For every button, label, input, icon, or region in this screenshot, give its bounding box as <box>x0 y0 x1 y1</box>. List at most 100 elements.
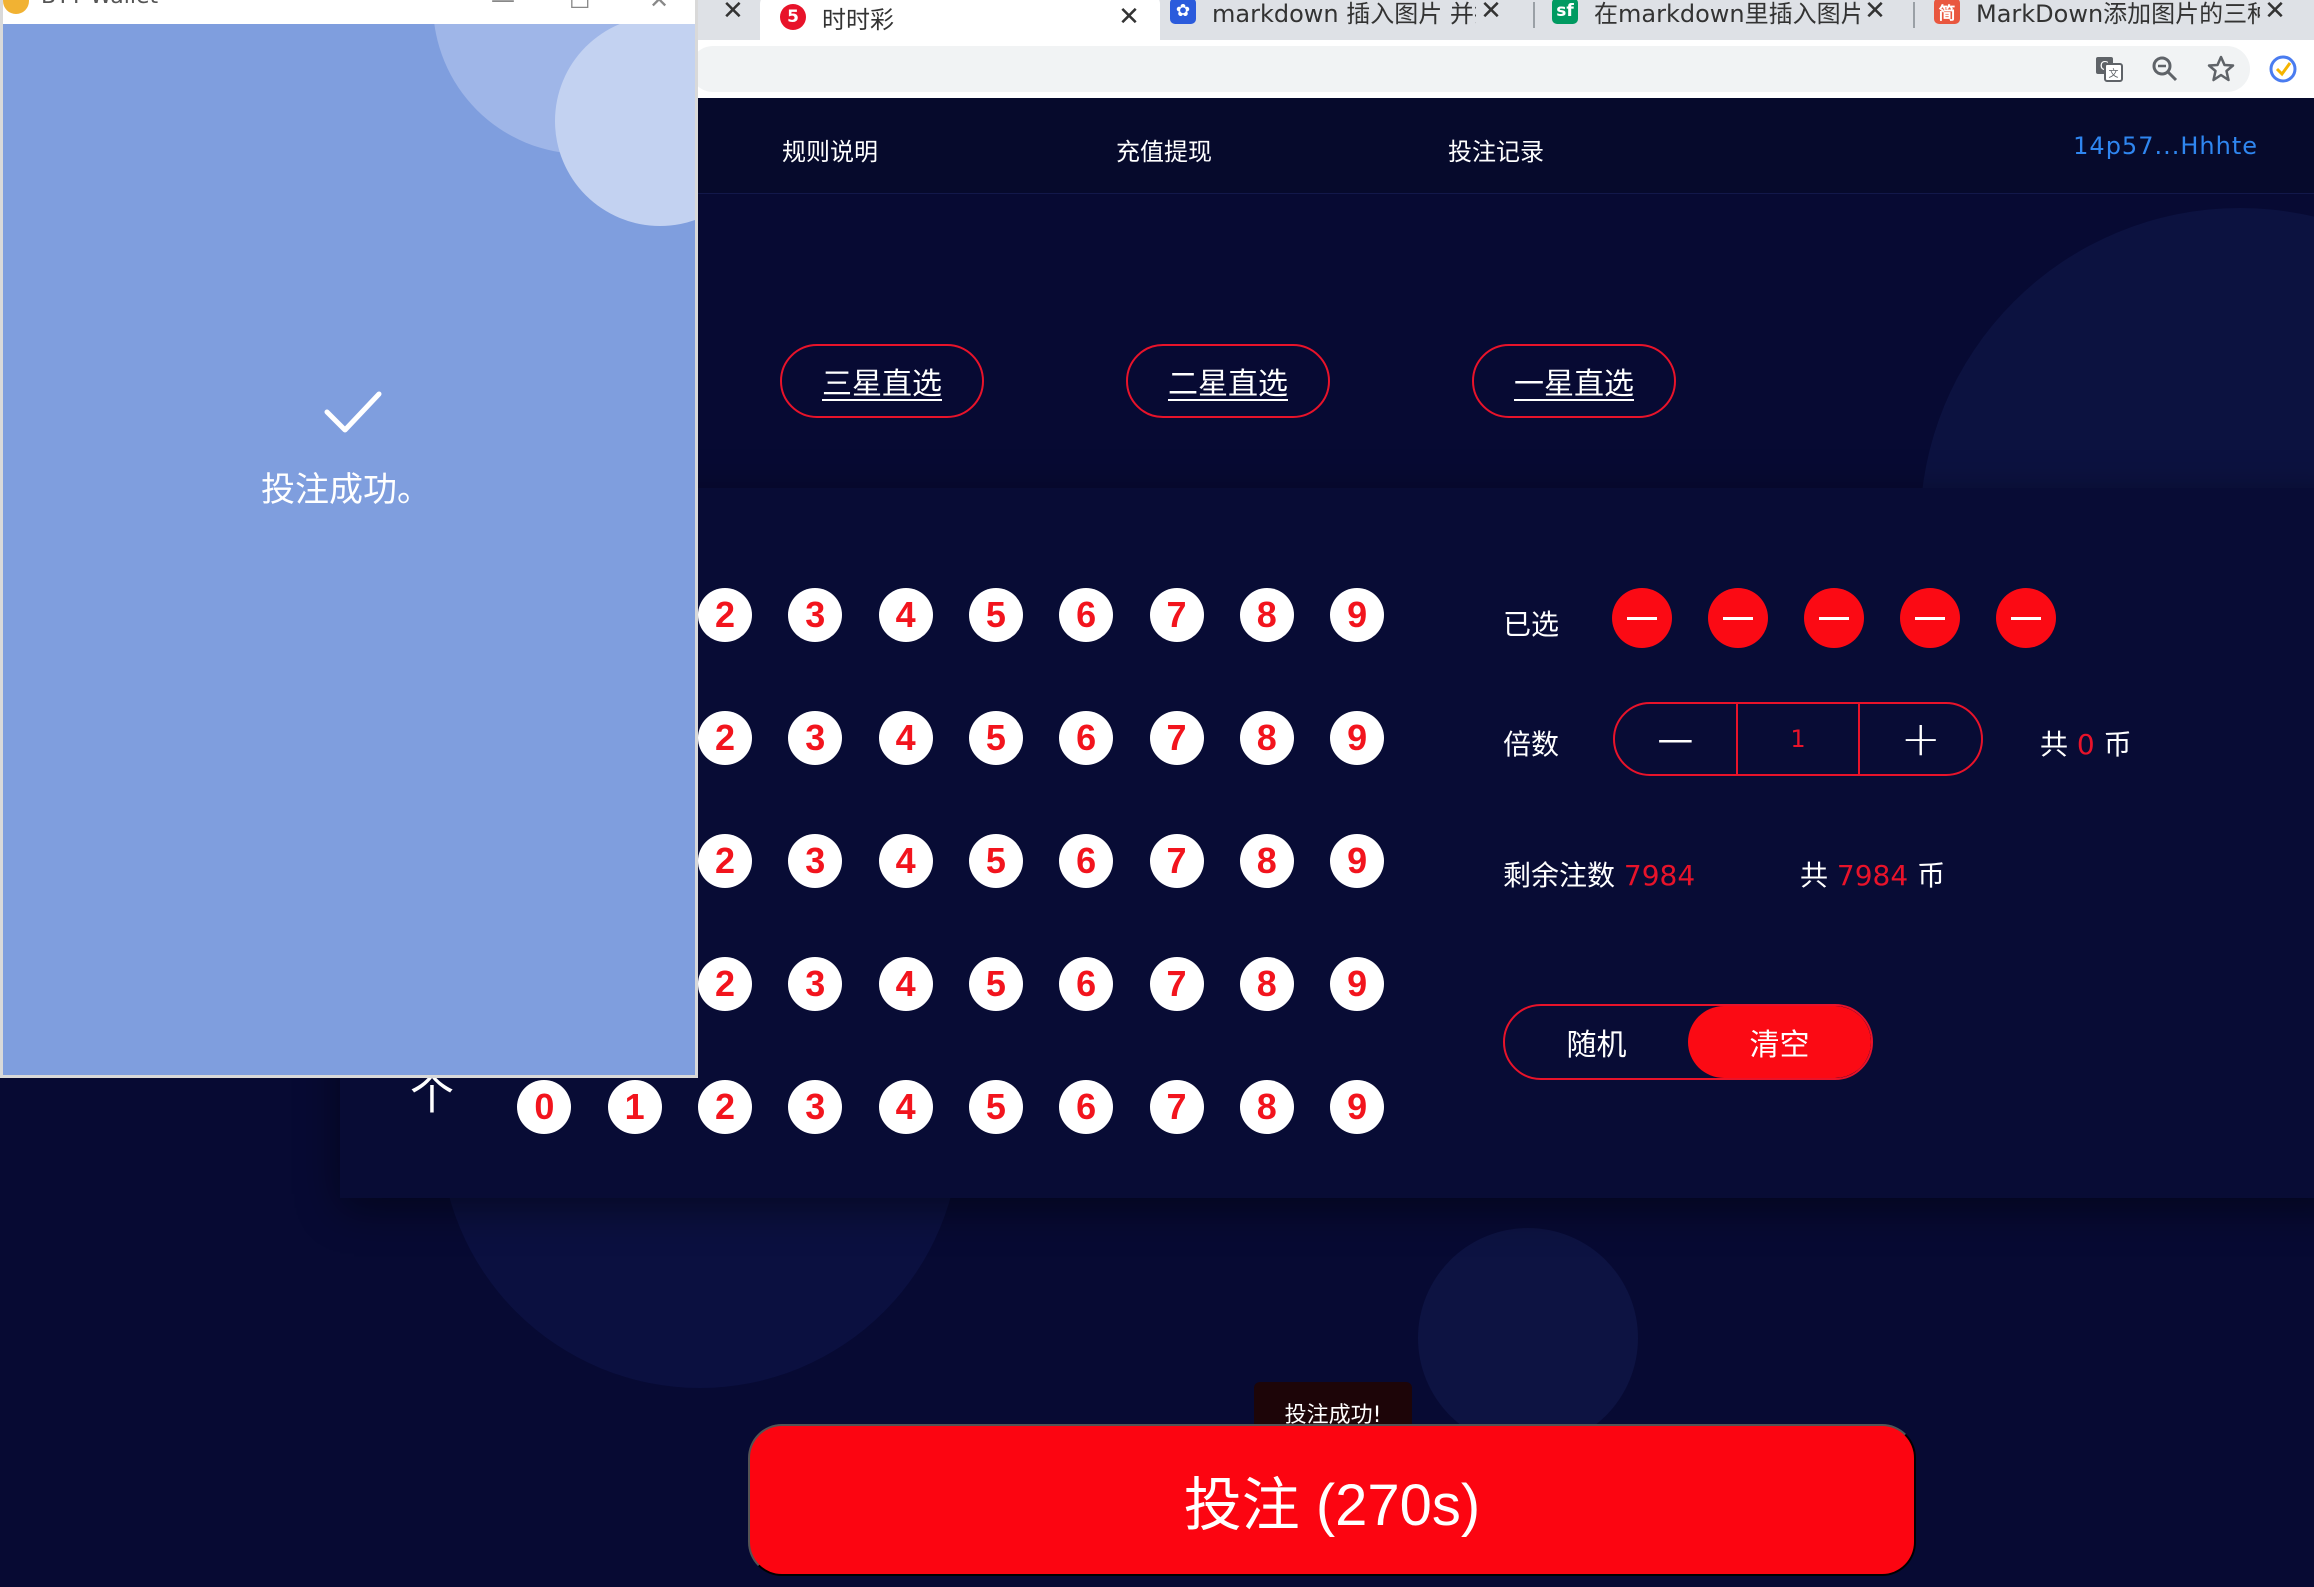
number-ball[interactable]: 4 <box>878 711 933 765</box>
total-suffix: 币 <box>2103 728 2132 761</box>
number-ball[interactable]: 0 <box>517 1080 572 1134</box>
number-ball[interactable]: 2 <box>698 711 752 765</box>
number-ball[interactable]: 4 <box>878 1080 933 1134</box>
maximize-icon[interactable]: ☐ <box>569 0 591 14</box>
dash-icon <box>2011 616 2041 620</box>
number-ball[interactable]: 7 <box>1149 834 1204 888</box>
number-ball[interactable]: 1 <box>607 1080 662 1134</box>
random-clear-toggle: 随机 清空 <box>1503 1004 1873 1080</box>
number-ball[interactable]: 3 <box>788 957 843 1011</box>
selected-slot <box>1804 588 1864 648</box>
number-ball[interactable]: 2 <box>698 957 752 1011</box>
number-ball[interactable]: 8 <box>1239 588 1294 642</box>
mode-label: 二星直选 <box>1168 368 1288 401</box>
nav-bet-history[interactable]: 投注记录 <box>1448 132 1544 167</box>
clear-button[interactable]: 清空 <box>1688 1006 1871 1078</box>
remaining-bets: 剩余注数 7984 <box>1503 854 1695 894</box>
number-ball[interactable]: 8 <box>1239 834 1294 888</box>
number-ball[interactable]: 6 <box>1059 1080 1114 1134</box>
number-ball[interactable]: 5 <box>968 588 1023 642</box>
number-ball[interactable]: 7 <box>1149 957 1204 1011</box>
dash-icon <box>1723 616 1753 620</box>
number-ball[interactable]: 5 <box>968 834 1023 888</box>
tab-close-icon[interactable]: ✕ <box>1114 2 1144 32</box>
zoom-icon[interactable] <box>2148 52 2182 86</box>
wallet-popup-window: BTY Wallet — ☐ ✕ 投注成功。 <box>0 0 698 1078</box>
number-ball[interactable]: 7 <box>1149 588 1204 642</box>
mode-label: 三星直选 <box>822 368 942 401</box>
minimize-icon[interactable]: — <box>491 0 515 14</box>
number-ball[interactable]: 9 <box>1330 834 1385 888</box>
number-ball[interactable]: 6 <box>1059 834 1114 888</box>
place-bet-button[interactable]: 投注 (270s) <box>748 1424 1916 1576</box>
extension-check-icon[interactable] <box>2266 52 2300 86</box>
number-ball[interactable]: 9 <box>1330 588 1385 642</box>
tab-markdown-3[interactable]: 简 MarkDown添加图片的三种方 ✕ <box>1930 0 2300 28</box>
number-5-favicon-icon: 5 <box>780 4 806 30</box>
jian-favicon-icon: 简 <box>1934 0 1960 24</box>
total-value: 0 <box>2076 728 2095 761</box>
number-ball[interactable]: 6 <box>1059 588 1114 642</box>
mode-three-star[interactable]: 三星直选 <box>780 344 984 418</box>
number-ball[interactable]: 3 <box>788 1080 843 1134</box>
number-ball[interactable]: 8 <box>1239 1080 1294 1134</box>
nav-rules[interactable]: 规则说明 <box>782 132 878 167</box>
tab-markdown-2[interactable]: sf 在markdown里插入图片 - 风 ✕ <box>1550 0 1900 28</box>
remaining-total-value: 7984 <box>1836 859 1909 892</box>
number-ball[interactable]: 4 <box>878 957 933 1011</box>
number-ball[interactable]: 7 <box>1149 711 1204 765</box>
number-ball[interactable]: 2 <box>698 834 752 888</box>
number-ball[interactable]: 9 <box>1330 711 1385 765</box>
multiplier-label: 倍数 <box>1503 728 1560 761</box>
total-coins: 共 0 币 <box>2040 723 2132 763</box>
number-ball[interactable]: 2 <box>698 1080 752 1134</box>
number-ball[interactable]: 6 <box>1059 957 1114 1011</box>
tab-close-icon[interactable]: ✕ <box>1860 0 1890 26</box>
remaining-total: 共 7984 币 <box>1800 854 1945 894</box>
tab-markdown-1[interactable]: ✿ markdown 插入图片 并排列 ✕ <box>1166 0 1516 28</box>
number-ball[interactable]: 8 <box>1239 711 1294 765</box>
wallet-address[interactable]: 14p57...Hhhte <box>2073 132 2258 160</box>
number-ball[interactable]: 4 <box>878 588 933 642</box>
tab-shishicai[interactable]: 5 时时彩 ✕ <box>760 0 1160 40</box>
translate-icon[interactable]: G文 <box>2092 52 2126 86</box>
number-ball[interactable]: 3 <box>788 834 843 888</box>
close-window-icon[interactable]: ✕ <box>649 0 669 14</box>
number-ball[interactable]: 8 <box>1239 957 1294 1011</box>
mode-two-star[interactable]: 二星直选 <box>1126 344 1330 418</box>
row-label-ones: 个 <box>410 1069 454 1120</box>
multiplier-input[interactable]: 1 <box>1735 704 1861 774</box>
number-ball[interactable]: 3 <box>788 588 843 642</box>
selected-label: 已选 <box>1503 608 1560 641</box>
tab-close-icon[interactable]: ✕ <box>1476 0 1506 26</box>
number-ball[interactable]: 5 <box>968 711 1023 765</box>
random-button[interactable]: 随机 <box>1505 1006 1688 1078</box>
nav-deposit-withdraw[interactable]: 充值提现 <box>1116 132 1212 167</box>
wallet-content: 投注成功。 <box>3 24 695 1075</box>
increment-button[interactable]: + <box>1860 704 1981 774</box>
mode-one-star[interactable]: 一星直选 <box>1472 344 1676 418</box>
number-ball[interactable]: 3 <box>788 711 843 765</box>
tab-close-icon[interactable]: ✕ <box>722 0 744 26</box>
sf-favicon-icon: sf <box>1552 0 1578 24</box>
remaining-total-prefix: 共 <box>1800 859 1829 892</box>
decrement-button[interactable]: — <box>1615 704 1736 774</box>
mode-label: 一星直选 <box>1514 368 1634 401</box>
address-bar[interactable] <box>690 46 2250 92</box>
number-ball[interactable]: 5 <box>968 1080 1023 1134</box>
number-ball[interactable]: 7 <box>1149 1080 1204 1134</box>
bookmark-star-icon[interactable] <box>2204 52 2238 86</box>
tab-title: MarkDown添加图片的三种方 <box>1976 0 2260 28</box>
number-ball[interactable]: 4 <box>878 834 933 888</box>
wallet-window-title: BTY Wallet <box>41 0 158 9</box>
success-message: 投注成功。 <box>261 470 431 510</box>
number-ball[interactable]: 5 <box>968 957 1023 1011</box>
selected-slot <box>1996 588 2056 648</box>
selected-slot <box>1900 588 1960 648</box>
number-ball[interactable]: 6 <box>1059 711 1114 765</box>
selected-slot <box>1708 588 1768 648</box>
number-ball[interactable]: 9 <box>1330 957 1385 1011</box>
number-ball[interactable]: 9 <box>1330 1080 1385 1134</box>
tab-close-icon[interactable]: ✕ <box>2260 0 2290 26</box>
number-ball[interactable]: 2 <box>698 588 752 642</box>
